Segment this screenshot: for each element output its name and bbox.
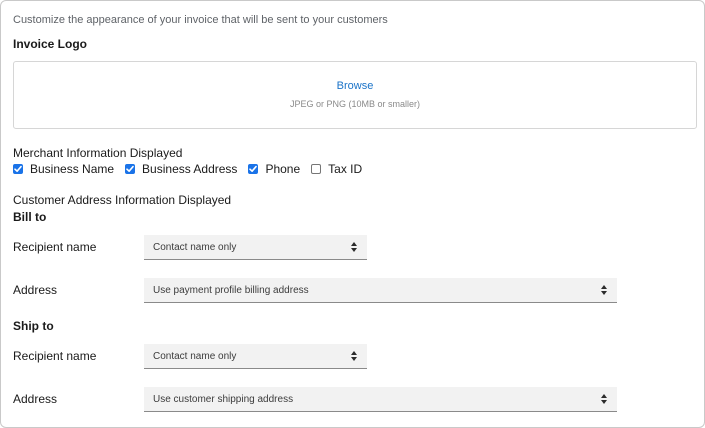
merchant-info-checkboxes: Business Name Business Address Phone Tax… [13,162,373,176]
invoice-settings-panel: Customize the appearance of your invoice… [0,0,705,428]
ship-to-address-select[interactable]: Use customer shipping address [144,387,617,412]
bill-to-address-label: Address [13,283,58,297]
upload-hint: JPEG or PNG (10MB or smaller) [289,99,421,109]
bill-to-recipient-value: Contact name only [153,241,237,253]
phone-checkbox[interactable] [248,164,259,174]
business-name-option[interactable]: Business Name [13,162,114,176]
ship-to-address-value: Use customer shipping address [153,393,294,405]
business-address-checkbox[interactable] [125,164,136,174]
tax-id-checkbox[interactable] [311,164,322,174]
ship-to-recipient-select[interactable]: Contact name only [144,344,367,369]
bill-to-recipient-select[interactable]: Contact name only [144,235,367,260]
business-address-option[interactable]: Business Address [125,162,237,176]
checkmark-icon [126,165,134,172]
tax-id-label: Tax ID [328,162,363,176]
bill-to-address-value: Use payment profile billing address [153,284,309,296]
ship-to-recipient-label: Recipient name [13,349,97,363]
business-address-label: Business Address [142,162,238,176]
tax-id-option[interactable]: Tax ID [311,162,362,176]
bill-to-address-select[interactable]: Use payment profile billing address [144,278,617,303]
ship-to-address-label: Address [13,392,58,406]
select-caret-icon [601,394,607,404]
select-caret-icon [351,351,357,361]
business-name-label: Business Name [30,162,115,176]
browse-link[interactable]: Browse [14,80,696,92]
logo-upload-dropzone[interactable]: Browse JPEG or PNG (10MB or smaller) [13,61,697,129]
customer-address-heading: Customer Address Information Displayed [13,193,232,207]
checkmark-icon [249,165,258,172]
ship-to-recipient-value: Contact name only [153,350,237,362]
select-caret-icon [351,242,357,252]
bill-to-recipient-label: Recipient name [13,240,97,254]
phone-option[interactable]: Phone [248,162,300,176]
ship-to-heading: Ship to [13,319,54,333]
select-caret-icon [601,285,607,295]
bill-to-heading: Bill to [13,210,47,224]
phone-label: Phone [265,162,301,176]
merchant-info-heading: Merchant Information Displayed [13,146,183,160]
intro-text: Customize the appearance of your invoice… [13,14,388,26]
invoice-logo-heading: Invoice Logo [13,37,88,51]
checkmark-icon [14,165,22,172]
business-name-checkbox[interactable] [13,164,23,174]
